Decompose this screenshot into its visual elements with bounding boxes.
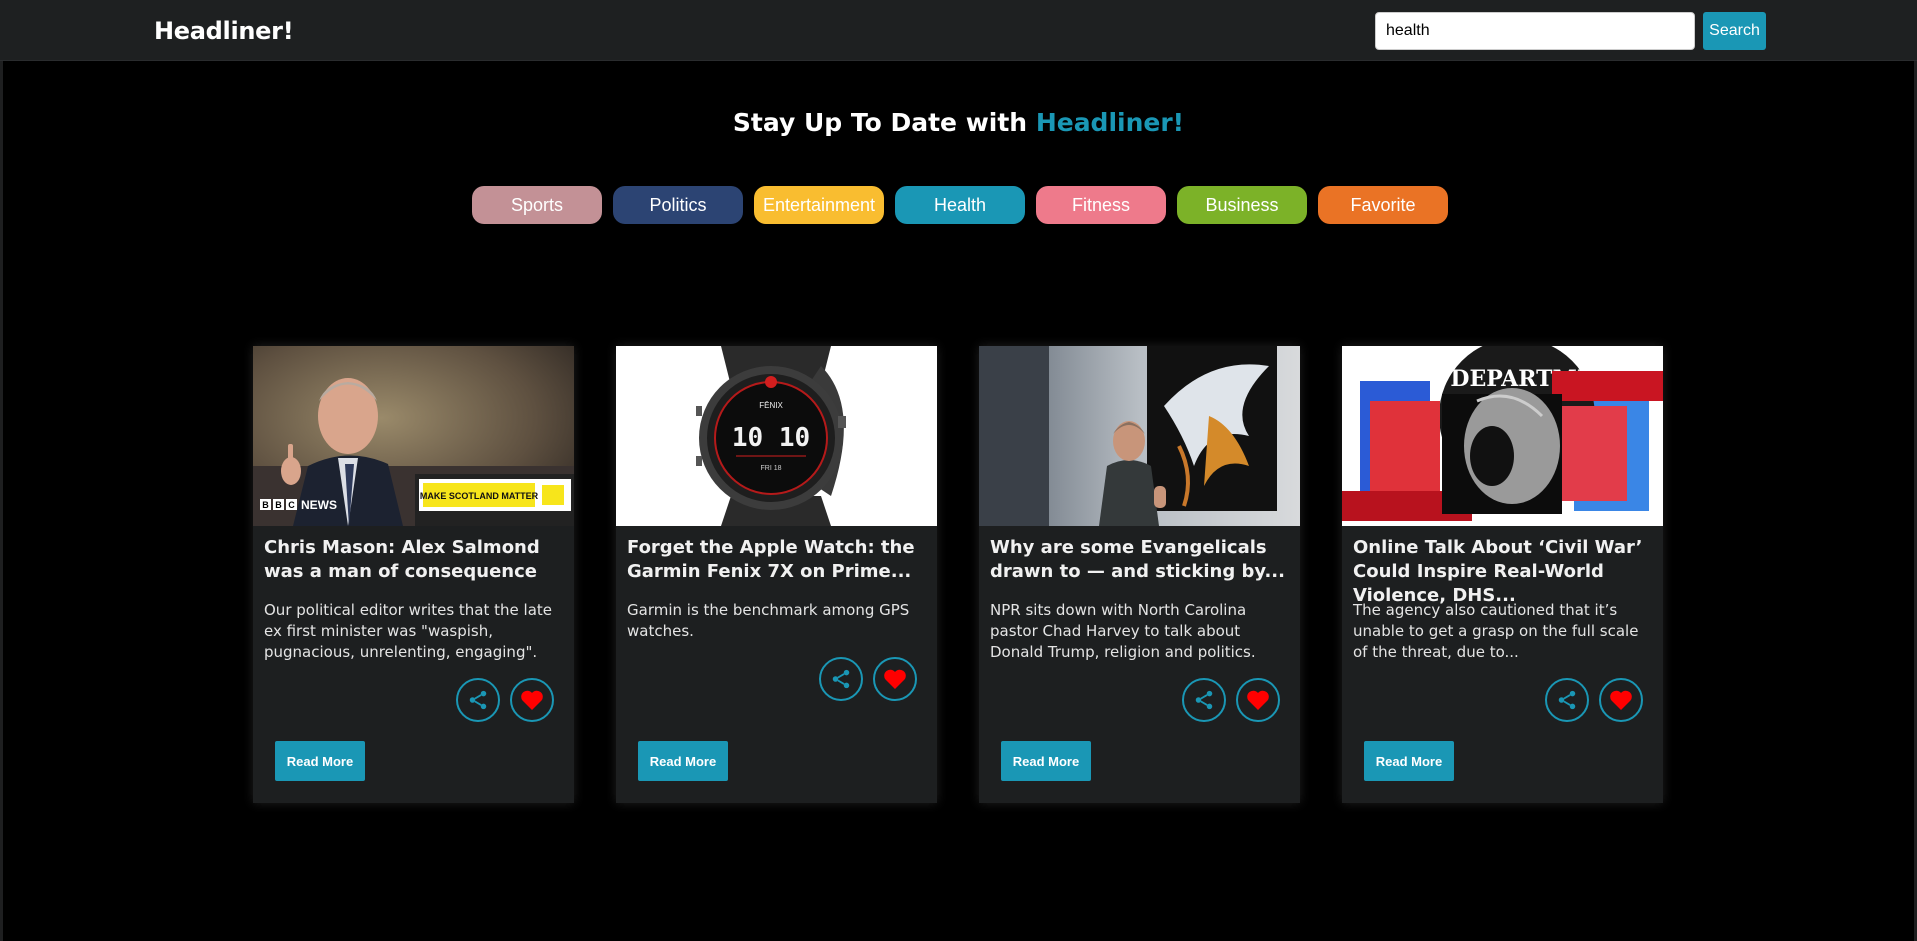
- category-politics-button[interactable]: Politics: [613, 186, 743, 224]
- share-button[interactable]: [1182, 678, 1226, 722]
- category-fitness-button[interactable]: Fitness: [1036, 186, 1166, 224]
- category-filter-bar: Sports Politics Entertainment Health Fit…: [472, 186, 1448, 224]
- article-image[interactable]: MAKE SCOTLAND MATTER B B C NEWS: [253, 346, 574, 526]
- article-description: The agency also cautioned that it’s unab…: [1353, 601, 1639, 661]
- heart-icon: [884, 669, 906, 689]
- article-image[interactable]: [979, 346, 1300, 526]
- share-icon: [1558, 690, 1576, 710]
- search-input[interactable]: [1375, 12, 1695, 50]
- svg-text:NEWS: NEWS: [301, 498, 337, 512]
- share-icon: [1195, 690, 1213, 710]
- search-button[interactable]: Search: [1703, 12, 1766, 50]
- article-description: Our political editor writes that the lat…: [264, 601, 552, 661]
- navbar: Headliner! Search: [0, 0, 1917, 61]
- watch-day: FRI 18: [760, 465, 781, 472]
- svg-text:C: C: [288, 500, 295, 510]
- article-title[interactable]: Forget the Apple Watch: the Garmin Fenix…: [627, 536, 927, 584]
- article-title[interactable]: Why are some Evangelicals drawn to — and…: [990, 536, 1290, 584]
- page-title: Stay Up To Date with Headliner!: [0, 108, 1917, 137]
- watch-time: 10 10: [732, 423, 810, 453]
- article-title[interactable]: Online Talk About ‘Civil War’ Could Insp…: [1353, 536, 1653, 608]
- title-accent: Headliner!: [1035, 108, 1185, 137]
- article-description: Garmin is the benchmark among GPS watche…: [627, 601, 910, 640]
- category-sports-button[interactable]: Sports: [472, 186, 602, 224]
- watch-brand: FĒNIX: [759, 401, 783, 410]
- read-more-button[interactable]: Read More: [1364, 741, 1454, 781]
- title-prefix: Stay Up To Date with: [732, 108, 1036, 137]
- favorite-button[interactable]: [1236, 678, 1280, 722]
- brand-logo[interactable]: Headliner!: [154, 17, 294, 45]
- category-business-button[interactable]: Business: [1177, 186, 1307, 224]
- category-entertainment-button[interactable]: Entertainment: [754, 186, 884, 224]
- favorite-button[interactable]: [873, 657, 917, 701]
- share-button[interactable]: [819, 657, 863, 701]
- article-list: MAKE SCOTLAND MATTER B B C NEWS Chris Ma…: [253, 346, 1663, 803]
- article-card: MAKE SCOTLAND MATTER B B C NEWS Chris Ma…: [253, 346, 574, 803]
- favorite-button[interactable]: [1599, 678, 1643, 722]
- article-description: NPR sits down with North Carolina pastor…: [990, 601, 1256, 661]
- category-health-button[interactable]: Health: [895, 186, 1025, 224]
- share-icon: [832, 669, 850, 689]
- svg-text:B: B: [262, 500, 269, 510]
- article-card: FĒNIX 10 10 FRI 18 Forget the Apple Watc…: [616, 346, 937, 803]
- heart-icon: [1610, 690, 1632, 710]
- svg-text:B: B: [275, 500, 282, 510]
- read-more-button[interactable]: Read More: [638, 741, 728, 781]
- article-card: ★ ★ DEPARTME Online Talk About ‘Civil Wa…: [1342, 346, 1663, 803]
- article-card: Why are some Evangelicals drawn to — and…: [979, 346, 1300, 803]
- article-image[interactable]: ★ ★ DEPARTME: [1342, 346, 1663, 526]
- read-more-button[interactable]: Read More: [275, 741, 365, 781]
- read-more-button[interactable]: Read More: [1001, 741, 1091, 781]
- favorite-button[interactable]: [510, 678, 554, 722]
- article-title[interactable]: Chris Mason: Alex Salmond was a man of c…: [264, 536, 564, 584]
- sign-text: MAKE SCOTLAND MATTER: [420, 491, 539, 501]
- category-favorite-button[interactable]: Favorite: [1318, 186, 1448, 224]
- share-button[interactable]: [1545, 678, 1589, 722]
- share-button[interactable]: [456, 678, 500, 722]
- share-icon: [469, 690, 487, 710]
- heart-icon: [1247, 690, 1269, 710]
- article-image[interactable]: FĒNIX 10 10 FRI 18: [616, 346, 937, 526]
- heart-icon: [521, 690, 543, 710]
